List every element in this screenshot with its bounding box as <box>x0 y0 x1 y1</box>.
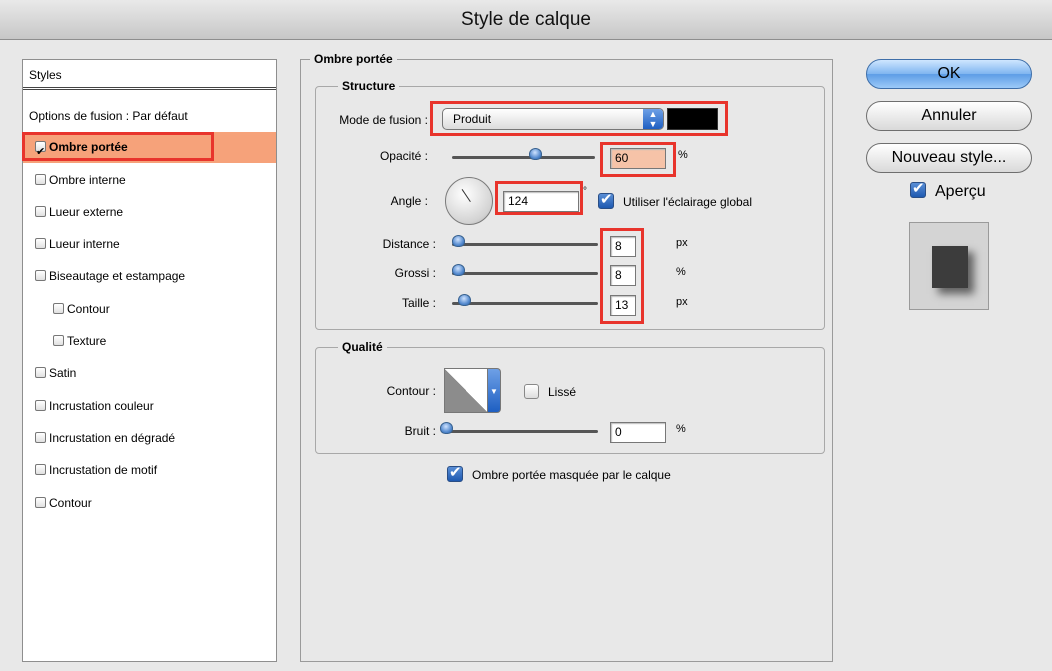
distance-slider-track[interactable] <box>452 243 598 246</box>
style-item-gradient-overlay[interactable]: Incrustation en dégradé <box>23 423 276 454</box>
quality-legend: Qualité <box>338 340 387 354</box>
preview-thumbnail <box>909 222 989 310</box>
section-title: Ombre portée <box>310 52 397 66</box>
checkbox-inner-shadow[interactable] <box>35 174 46 185</box>
distance-label: Distance : <box>382 237 436 251</box>
highlight-angle <box>495 181 583 215</box>
checkbox-pattern-overlay[interactable] <box>35 464 46 475</box>
size-slider-thumb[interactable] <box>458 294 471 306</box>
antialias-checkbox[interactable] <box>524 384 539 399</box>
highlight-drop-shadow-item <box>22 132 214 161</box>
style-item-label: Texture <box>67 334 107 348</box>
style-item-label: Incrustation couleur <box>49 399 154 413</box>
checkbox-outer-glow[interactable] <box>35 206 46 217</box>
angle-label: Angle : <box>390 194 428 208</box>
checkmark-icon <box>910 179 926 198</box>
contour-label: Contour : <box>386 384 436 398</box>
new-style-button[interactable]: Nouveau style... <box>866 143 1032 173</box>
style-item-color-overlay[interactable]: Incrustation couleur <box>23 391 276 422</box>
noise-input[interactable]: 0 <box>610 422 666 443</box>
checkbox-gradient-overlay[interactable] <box>35 432 46 443</box>
size-label: Taille : <box>401 296 436 310</box>
spread-slider-thumb[interactable] <box>452 264 465 276</box>
noise-slider-thumb[interactable] <box>440 422 453 434</box>
checkbox-bevel-contour[interactable] <box>53 303 64 314</box>
style-item-label: Incrustation de motif <box>49 463 158 477</box>
size-slider-track[interactable] <box>452 302 598 305</box>
noise-unit: % <box>676 423 686 435</box>
preview-square <box>932 246 968 288</box>
angle-dial[interactable] <box>445 177 493 225</box>
contour-dropdown-icon[interactable]: ▼ <box>488 368 501 413</box>
style-item-outer-glow[interactable]: Lueur externe <box>23 197 276 228</box>
style-item-bevel-contour[interactable]: Contour <box>23 294 276 325</box>
style-item-satin[interactable]: Satin <box>23 358 276 389</box>
window-title: Style de calque <box>0 0 1052 40</box>
checkmark-icon <box>447 463 463 482</box>
checkbox-empty-icon <box>524 384 539 399</box>
highlight-distance-spread-size <box>600 228 644 324</box>
style-item-label: Lueur externe <box>49 205 124 219</box>
spread-label: Grossi : <box>394 266 436 280</box>
global-light-checkbox[interactable] <box>598 190 614 209</box>
style-item-pattern-overlay[interactable]: Incrustation de motif <box>23 455 276 486</box>
style-item-texture[interactable]: Texture <box>23 326 276 357</box>
style-item-bevel-emboss[interactable]: Biseautage et estampage <box>23 261 276 292</box>
structure-legend: Structure <box>338 79 400 93</box>
preview-checkbox[interactable] <box>910 179 926 198</box>
opacity-unit: % <box>678 149 688 161</box>
angle-unit: ° <box>583 186 587 197</box>
blend-mode-label: Mode de fusion : <box>339 113 428 127</box>
style-item-inner-shadow[interactable]: Ombre interne <box>23 165 276 196</box>
cancel-button[interactable]: Annuler <box>866 101 1032 131</box>
size-unit: px <box>676 296 688 308</box>
style-item-stroke[interactable]: Contour <box>23 488 276 519</box>
checkmark-icon <box>598 190 614 209</box>
style-item-label: Incrustation en dégradé <box>49 431 176 445</box>
contour-preview[interactable] <box>444 368 488 413</box>
distance-unit: px <box>676 237 688 249</box>
checkbox-bevel-emboss[interactable] <box>35 270 46 281</box>
highlight-opacity <box>600 142 676 177</box>
spread-slider-track[interactable] <box>452 272 598 275</box>
style-item-label: Ombre interne <box>49 173 126 187</box>
checkbox-color-overlay[interactable] <box>35 400 46 411</box>
checkbox-texture[interactable] <box>53 335 64 346</box>
noise-slider-track[interactable] <box>445 430 598 433</box>
style-item-label: Contour <box>49 496 92 510</box>
style-item-blending-options[interactable]: Options de fusion : Par défaut <box>23 101 276 132</box>
angle-needle <box>461 189 471 202</box>
distance-slider-thumb[interactable] <box>452 235 465 247</box>
checkbox-inner-glow[interactable] <box>35 238 46 249</box>
style-item-label: Options de fusion : Par défaut <box>29 109 188 123</box>
style-item-label: Biseautage et estampage <box>49 269 186 283</box>
ok-button[interactable]: OK <box>866 59 1032 89</box>
style-item-label: Lueur interne <box>49 237 120 251</box>
opacity-label: Opacité : <box>379 149 428 163</box>
opacity-slider-thumb[interactable] <box>529 148 542 160</box>
styles-header[interactable]: Styles <box>23 60 276 90</box>
checkbox-satin[interactable] <box>35 367 46 378</box>
checkbox-stroke[interactable] <box>35 497 46 508</box>
opacity-slider-track[interactable] <box>452 156 595 159</box>
global-light-label: Utiliser l'éclairage global <box>623 195 753 209</box>
knockout-label: Ombre portée masquée par le calque <box>472 468 671 482</box>
spread-unit: % <box>676 266 686 278</box>
style-item-label: Satin <box>49 366 77 380</box>
style-item-inner-glow[interactable]: Lueur interne <box>23 229 276 260</box>
style-item-label: Contour <box>67 302 110 316</box>
highlight-blend-mode <box>430 101 728 136</box>
noise-label: Bruit : <box>404 424 436 438</box>
preview-label: Aperçu <box>935 183 986 200</box>
antialias-label: Lissé <box>548 385 577 399</box>
knockout-checkbox[interactable] <box>447 463 463 482</box>
